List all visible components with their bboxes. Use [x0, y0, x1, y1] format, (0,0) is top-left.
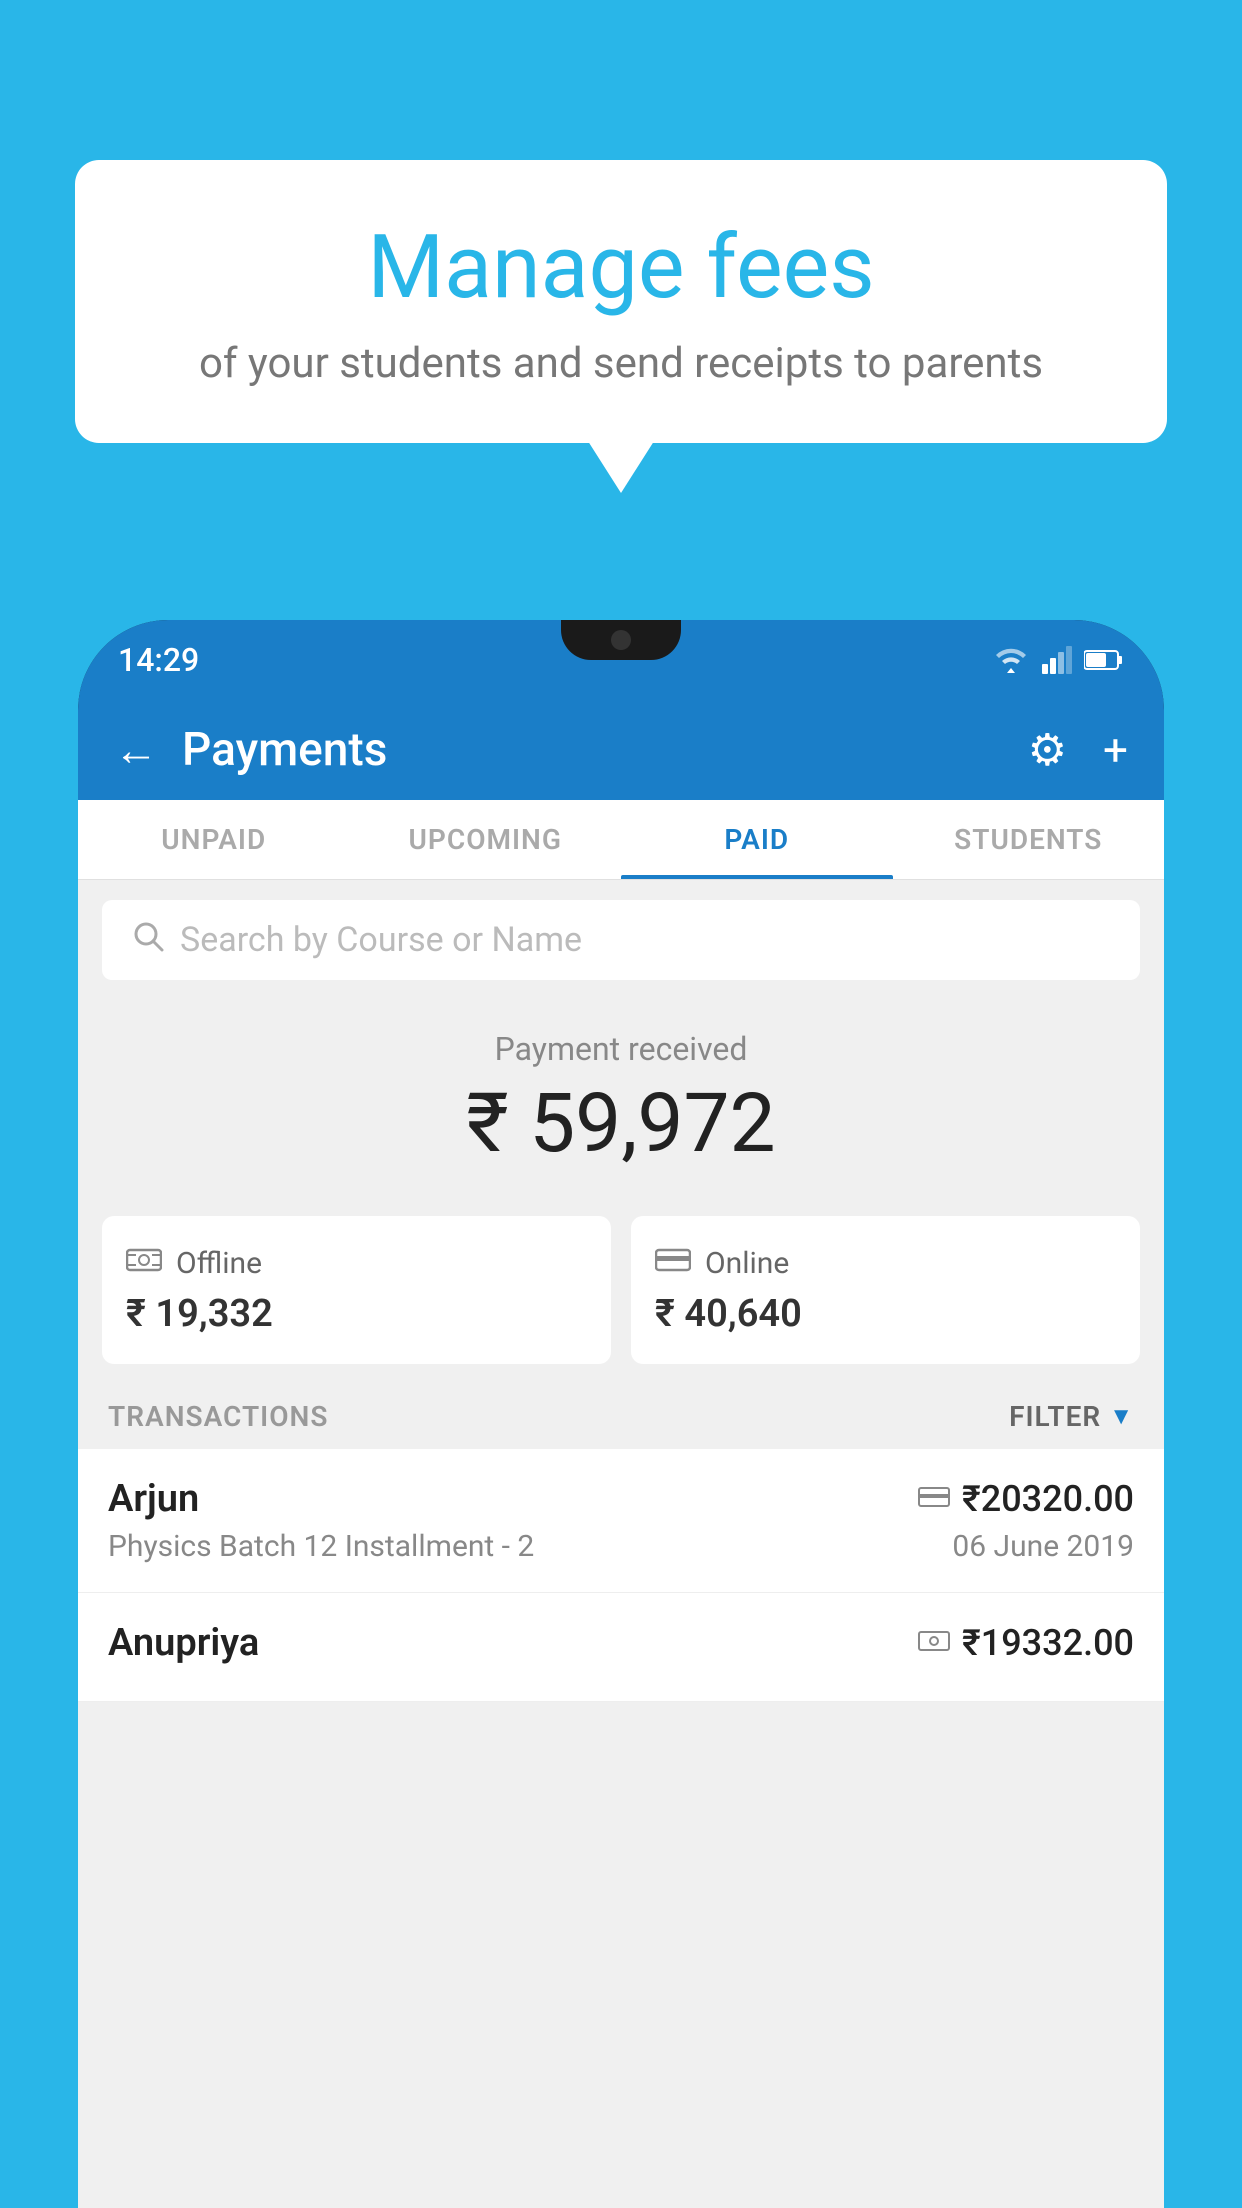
tab-upcoming[interactable]: UPCOMING — [350, 800, 622, 879]
bubble-subtitle: of your students and send receipts to pa… — [125, 339, 1117, 388]
transaction-amount-row: ₹19332.00 — [918, 1622, 1134, 1664]
online-amount: ₹ 40,640 — [655, 1292, 1116, 1336]
card-icon — [655, 1244, 691, 1282]
online-label: Online — [705, 1246, 789, 1281]
table-row[interactable]: Arjun ₹20320.00 Physics Batch 12 Install… — [78, 1449, 1164, 1593]
wifi-icon — [992, 646, 1030, 674]
payment-received-label: Payment received — [102, 1030, 1140, 1068]
camera-dot — [611, 630, 631, 650]
transaction-name: Anupriya — [108, 1621, 259, 1665]
tabs-bar: UNPAID UPCOMING PAID STUDENTS — [78, 800, 1164, 880]
payment-total-amount: ₹ 59,972 — [102, 1076, 1140, 1172]
transaction-top: Arjun ₹20320.00 — [108, 1477, 1134, 1521]
transaction-name: Arjun — [108, 1477, 199, 1521]
search-bar[interactable]: Search by Course or Name — [102, 900, 1140, 980]
filter-icon: ▼ — [1109, 1402, 1134, 1431]
add-button[interactable]: + — [1103, 724, 1128, 776]
transaction-course: Physics Batch 12 Installment - 2 — [108, 1529, 534, 1564]
page-title: Payments — [182, 723, 992, 777]
app-header: ← Payments ⚙ + — [78, 700, 1164, 800]
transaction-amount: ₹20320.00 — [962, 1478, 1134, 1520]
content-area: Search by Course or Name Payment receive… — [78, 880, 1164, 2208]
bubble-title: Manage fees — [125, 220, 1117, 317]
status-time: 14:29 — [118, 641, 199, 679]
offline-card-header: Offline — [126, 1244, 587, 1282]
transactions-label: TRANSACTIONS — [108, 1400, 328, 1433]
signal-icon — [1042, 646, 1072, 674]
filter-button[interactable]: FILTER ▼ — [1009, 1400, 1134, 1433]
transaction-top: Anupriya ₹19332.00 — [108, 1621, 1134, 1665]
cash-payment-icon — [918, 1627, 950, 1660]
tab-students[interactable]: STUDENTS — [893, 800, 1165, 879]
transaction-detail: Physics Batch 12 Installment - 2 06 June… — [108, 1529, 1134, 1564]
payment-cards: Offline ₹ 19,332 Online ₹ 40,640 — [78, 1216, 1164, 1384]
speech-bubble: Manage fees of your students and send re… — [75, 160, 1167, 443]
online-card: Online ₹ 40,640 — [631, 1216, 1140, 1364]
offline-card: Offline ₹ 19,332 — [102, 1216, 611, 1364]
offline-label: Offline — [176, 1246, 262, 1281]
phone-frame: 14:29 ← Payments — [78, 620, 1164, 2208]
cash-icon — [126, 1244, 162, 1282]
card-payment-icon — [918, 1483, 950, 1516]
status-bar: 14:29 — [78, 620, 1164, 700]
transaction-amount-row: ₹20320.00 — [918, 1478, 1134, 1520]
payment-summary: Payment received ₹ 59,972 — [78, 1000, 1164, 1216]
search-icon — [132, 919, 164, 961]
tab-unpaid[interactable]: UNPAID — [78, 800, 350, 879]
table-row[interactable]: Anupriya ₹19332.00 — [78, 1593, 1164, 1702]
transactions-header: TRANSACTIONS FILTER ▼ — [78, 1384, 1164, 1449]
online-card-header: Online — [655, 1244, 1116, 1282]
search-placeholder: Search by Course or Name — [180, 920, 582, 960]
battery-icon — [1084, 649, 1124, 671]
tab-paid[interactable]: PAID — [621, 800, 893, 879]
notch — [561, 620, 681, 660]
status-icons — [992, 646, 1124, 674]
transaction-amount: ₹19332.00 — [962, 1622, 1134, 1664]
offline-amount: ₹ 19,332 — [126, 1292, 587, 1336]
settings-button[interactable]: ⚙ — [1028, 724, 1067, 776]
filter-text: FILTER — [1009, 1400, 1101, 1433]
transaction-date: 06 June 2019 — [952, 1529, 1134, 1564]
back-button[interactable]: ← — [114, 724, 158, 776]
